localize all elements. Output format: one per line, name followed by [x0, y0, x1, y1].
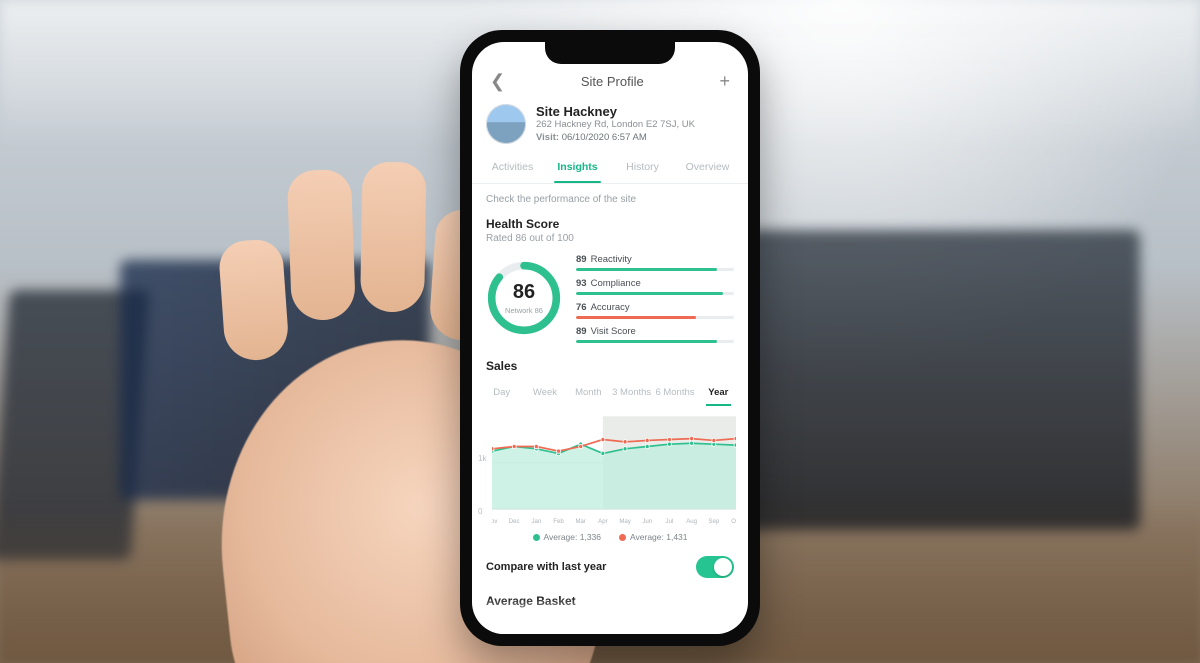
health-title: Health Score: [472, 211, 748, 233]
svg-text:Apr: Apr: [598, 517, 608, 524]
health-gauge: 86 Network 86: [486, 260, 562, 336]
ytick-0: 0: [478, 507, 482, 516]
svg-text:Jul: Jul: [666, 517, 674, 524]
sales-range-week[interactable]: Week: [525, 381, 564, 406]
svg-text:Oct: Oct: [731, 517, 736, 524]
tab-insights[interactable]: Insights: [547, 153, 608, 183]
svg-text:Mar: Mar: [575, 517, 586, 524]
health-metrics: 89Reactivity 93Compliance 76Accuracy 89Visi…: [576, 254, 734, 343]
health-score-number: 86: [513, 281, 535, 304]
svg-text:Dec: Dec: [509, 517, 521, 524]
svg-text:Feb: Feb: [553, 517, 564, 524]
insights-subtitle: Check the performance of the site: [472, 184, 748, 211]
site-visit: Visit: 06/10/2020 6:57 AM: [536, 132, 695, 145]
sales-range-year[interactable]: Year: [699, 381, 738, 406]
phone-device: ❮ Site Profile + Site Hackney 262 Hackne…: [460, 30, 760, 646]
sales-title: Sales: [472, 353, 748, 375]
sales-chart: 1k 0 Nov Dec Jan Feb Mar Apr May Jun Jul Aug Sep Oc…: [472, 408, 748, 528]
add-button[interactable]: +: [715, 68, 734, 94]
metric-accuracy: 76Accuracy: [576, 302, 734, 319]
tab-activities[interactable]: Activities: [482, 153, 543, 183]
compare-row: Compare with last year: [472, 548, 748, 588]
tab-overview[interactable]: Overview: [677, 153, 738, 183]
legend-current: Average: 1,336: [533, 532, 602, 542]
sales-legend: Average: 1,336 Average: 1,431: [472, 528, 748, 548]
app-screen: ❮ Site Profile + Site Hackney 262 Hackne…: [472, 42, 748, 634]
metric-reactivity: 89Reactivity: [576, 254, 734, 271]
bottom-fade: [472, 598, 748, 634]
ytick-1k: 1k: [478, 454, 486, 463]
svg-text:Jun: Jun: [642, 517, 652, 524]
tab-history[interactable]: History: [612, 153, 673, 183]
page-title: Site Profile: [581, 74, 644, 89]
legend-last: Average: 1,431: [619, 532, 688, 542]
svg-text:Aug: Aug: [686, 517, 697, 524]
svg-text:Nov: Nov: [492, 517, 498, 524]
sales-range-month[interactable]: Month: [569, 381, 608, 406]
site-name: Site Hackney: [536, 104, 695, 119]
back-button[interactable]: ❮: [486, 68, 509, 94]
site-address: 262 Hackney Rd, London E2 7SJ, UK: [536, 119, 695, 132]
compare-label: Compare with last year: [486, 561, 606, 573]
metric-compliance: 93Compliance: [576, 278, 734, 295]
sales-range-day[interactable]: Day: [482, 381, 521, 406]
svg-text:May: May: [619, 517, 631, 524]
health-network-label: Network 86: [505, 306, 543, 315]
phone-notch: [545, 38, 675, 64]
site-header: Site Hackney 262 Hackney Rd, London E2 7…: [472, 100, 748, 153]
sales-range-6-months[interactable]: 6 Months: [655, 381, 694, 406]
health-sub: Rated 86 out of 100: [472, 233, 748, 250]
health-block: 86 Network 86 89Reactivity 93Compliance 76…: [472, 250, 748, 353]
sales-range: DayWeekMonth3 Months6 MonthsYear: [472, 375, 748, 408]
svg-text:Jan: Jan: [531, 517, 541, 524]
svg-text:Sep: Sep: [708, 517, 719, 524]
metric-visit-score: 89Visit Score: [576, 326, 734, 343]
profile-tabs: ActivitiesInsightsHistoryOverview: [472, 153, 748, 184]
site-avatar: [486, 104, 526, 144]
compare-toggle[interactable]: [696, 556, 734, 578]
sales-range-3-months[interactable]: 3 Months: [612, 381, 651, 406]
